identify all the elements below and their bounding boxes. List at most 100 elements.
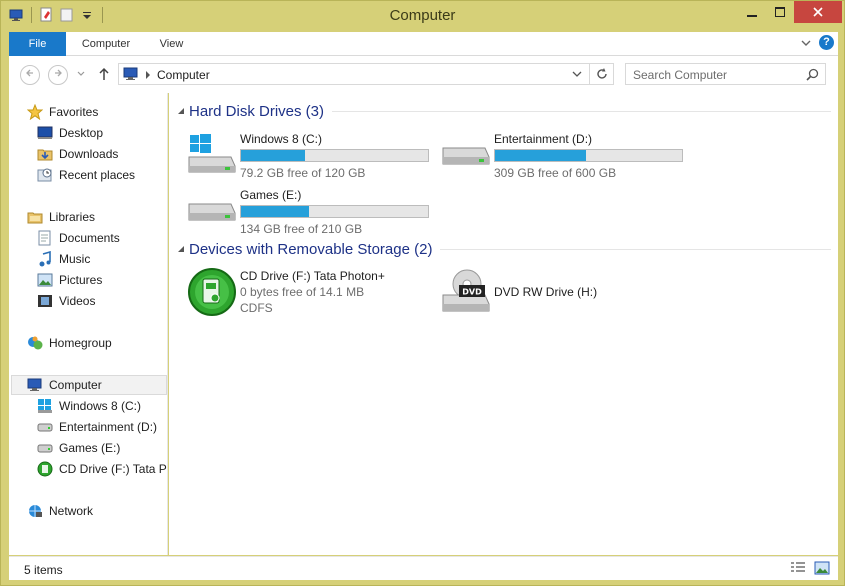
group-hard-disk-drives[interactable]: Hard Disk Drives (3) (177, 103, 831, 120)
drive-free-space: 79.2 GB free of 120 GB (240, 166, 366, 180)
nav-item-drive-d[interactable]: Entertainment (D:) (37, 417, 157, 437)
nav-item-pictures[interactable]: Pictures (37, 270, 102, 290)
nav-item-label: Windows 8 (C:) (59, 399, 142, 413)
navigation-pane: Favorites Desktop Downloads Recent place… (9, 93, 168, 555)
homegroup-icon (27, 335, 43, 351)
music-icon (37, 251, 53, 267)
nav-network-label: Network (49, 504, 94, 518)
drive-usage-fill (241, 150, 305, 161)
drive-f[interactable]: CD Drive (F:) Tata Photon+ 0 bytes free … (187, 267, 437, 321)
forward-button[interactable] (48, 65, 68, 85)
close-icon (813, 7, 823, 17)
nav-item-label: Desktop (59, 126, 104, 140)
search-icon[interactable] (806, 68, 819, 81)
videos-icon (37, 293, 53, 309)
group-removable-storage[interactable]: Devices with Removable Storage (2) (177, 241, 831, 258)
tab-view[interactable]: View (149, 32, 194, 56)
cd-drive-icon (187, 267, 236, 316)
drive-file-system: CDFS (240, 301, 273, 315)
drive-name: Games (E:) (240, 188, 302, 202)
ribbon-tabs: File Computer View ? (9, 32, 838, 56)
nav-item-drive-e[interactable]: Games (E:) (37, 438, 120, 458)
nav-item-label: Pictures (59, 273, 103, 287)
nav-item-label: Documents (59, 231, 120, 245)
nav-item-label: CD Drive (F:) Tata Photon+ (59, 462, 167, 476)
drive-usage-fill (241, 206, 309, 217)
drive-c[interactable]: Windows 8 (C:) 79.2 GB free of 120 GB (187, 130, 437, 184)
hard-drive-icon (37, 419, 53, 435)
dvd-label: DVD (462, 288, 482, 297)
minimize-button[interactable] (738, 1, 766, 23)
large-icons-view-icon[interactable] (814, 561, 830, 575)
windows-drive-icon (37, 398, 53, 414)
nav-item-downloads[interactable]: Downloads (37, 144, 118, 164)
explorer-window: Computer File Computer View ? Computer S… (0, 0, 845, 586)
nav-favorites-label: Favorites (49, 105, 99, 119)
breadcrumb-chevron-icon[interactable] (145, 71, 151, 79)
hard-drive-icon (187, 186, 236, 234)
status-bar: 5 items (9, 556, 838, 580)
drive-h[interactable]: DVD DVD RW Drive (H:) (441, 267, 691, 321)
collapse-chevron-icon[interactable] (177, 107, 189, 117)
drive-usage-bar (240, 205, 429, 218)
address-bar[interactable]: Computer (118, 63, 614, 85)
recent-places-icon (37, 167, 53, 183)
back-button[interactable] (20, 65, 40, 85)
hard-drive-icon (37, 440, 53, 456)
nav-homegroup[interactable]: Homegroup (27, 333, 112, 353)
nav-libraries-label: Libraries (49, 210, 96, 224)
search-placeholder: Search Computer (633, 68, 728, 82)
help-icon[interactable]: ? (819, 35, 834, 50)
up-arrow-icon[interactable] (98, 67, 110, 81)
nav-item-music[interactable]: Music (37, 249, 90, 269)
nav-item-label: Downloads (59, 147, 119, 161)
dvd-drive-icon: DVD (441, 267, 490, 315)
address-dropdown-icon[interactable] (572, 71, 582, 79)
computer-icon (27, 377, 43, 393)
recent-locations-icon[interactable] (77, 70, 85, 78)
search-box[interactable]: Search Computer (625, 63, 826, 85)
nav-item-recent-places[interactable]: Recent places (37, 165, 135, 185)
star-icon (27, 104, 43, 120)
maximize-button[interactable] (766, 1, 794, 23)
group-divider (440, 249, 831, 250)
title-bar: Computer (1, 1, 844, 31)
drive-name: Windows 8 (C:) (240, 132, 323, 146)
expand-ribbon-icon[interactable] (801, 39, 811, 47)
drive-free-space: 0 bytes free of 14.1 MB (240, 285, 365, 299)
nav-item-drive-c[interactable]: Windows 8 (C:) (37, 396, 141, 416)
drive-e[interactable]: Games (E:) 134 GB free of 210 GB (187, 186, 437, 240)
group-divider (332, 111, 831, 112)
downloads-folder-icon (37, 146, 53, 162)
details-view-icon[interactable] (790, 561, 806, 575)
close-button[interactable] (794, 1, 842, 23)
tab-file[interactable]: File (9, 32, 66, 56)
collapse-chevron-icon[interactable] (177, 245, 189, 255)
nav-network[interactable]: Network (27, 501, 93, 521)
drive-free-space: 134 GB free of 210 GB (240, 222, 363, 236)
network-icon (27, 503, 43, 519)
drive-d[interactable]: Entertainment (D:) 309 GB free of 600 GB (441, 130, 691, 184)
nav-item-documents[interactable]: Documents (37, 228, 120, 248)
breadcrumb-computer[interactable]: Computer (157, 68, 210, 82)
nav-item-label: Music (59, 252, 91, 266)
nav-item-drive-f[interactable]: CD Drive (F:) Tata Photon+ (37, 459, 167, 479)
forward-arrow-icon (55, 69, 62, 77)
nav-item-desktop[interactable]: Desktop (37, 123, 103, 143)
cd-drive-icon (37, 461, 53, 477)
address-row: Computer Search Computer (9, 56, 838, 93)
tab-computer[interactable]: Computer (71, 32, 141, 56)
view-switcher (790, 561, 830, 575)
computer-icon (123, 67, 138, 80)
maximize-icon (775, 7, 785, 17)
nav-favorites[interactable]: Favorites (27, 102, 98, 122)
drive-name: Entertainment (D:) (494, 132, 593, 146)
content-pane: Hard Disk Drives (3) Windows 8 (C:) 79.2… (169, 93, 838, 555)
refresh-icon[interactable] (595, 67, 609, 81)
drive-usage-fill (495, 150, 586, 161)
nav-item-videos[interactable]: Videos (37, 291, 95, 311)
pictures-icon (37, 272, 53, 288)
desktop-icon (37, 125, 53, 141)
nav-computer[interactable]: Computer (11, 375, 167, 395)
nav-libraries[interactable]: Libraries (27, 207, 95, 227)
